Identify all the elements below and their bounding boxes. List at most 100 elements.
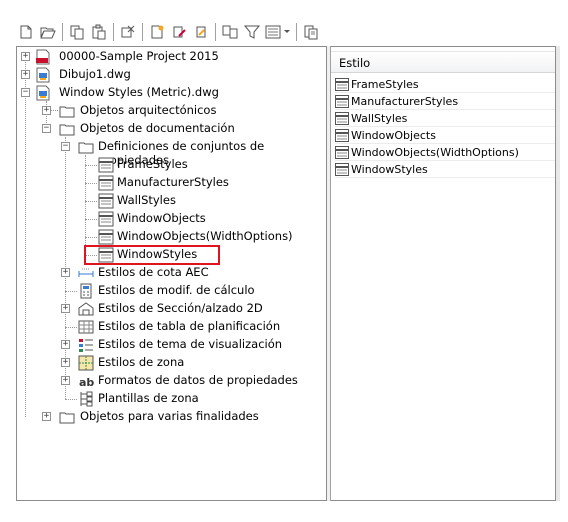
drawing-icon [35, 67, 51, 83]
tree-label[interactable]: 00000-Sample Project 2015 [59, 49, 219, 63]
paste-icon[interactable] [89, 22, 109, 42]
style-tree-pane[interactable]: + 00000-Sample Project 2015 + Dibujo1.dw… [16, 46, 327, 501]
list-item[interactable]: FrameStyles [335, 76, 555, 93]
dimension-icon [78, 265, 94, 281]
expander-plus[interactable]: + [61, 358, 70, 367]
tree-label[interactable]: WallStyles [117, 193, 176, 207]
list-item-label: FrameStyles [351, 77, 419, 91]
tree-label[interactable]: WindowStyles [117, 247, 197, 261]
expander-plus[interactable]: + [61, 376, 70, 385]
property-set-icon [335, 77, 349, 91]
property-set-icon [335, 145, 349, 159]
column-header-label: Estilo [339, 56, 371, 70]
list-item[interactable]: WindowObjects(WidthOptions) [335, 144, 555, 161]
tree-label[interactable]: ManufacturerStyles [117, 175, 229, 189]
section-icon [78, 301, 94, 317]
expander-plus[interactable]: + [42, 412, 51, 421]
new-icon[interactable] [16, 22, 36, 42]
zone-template-icon [78, 391, 94, 407]
toolbar-separator [62, 23, 63, 41]
tree-line [25, 57, 26, 417]
list-item-label: WallStyles [351, 111, 408, 125]
expander-minus[interactable]: − [42, 124, 51, 133]
scrollbar[interactable] [556, 46, 560, 501]
tree-label[interactable]: Estilos de cota AEC [98, 265, 209, 279]
tree-label[interactable]: Dibujo1.dwg [59, 67, 131, 81]
expander-plus[interactable]: + [42, 106, 51, 115]
purge-icon[interactable] [118, 22, 138, 42]
set-from-icon[interactable] [191, 22, 211, 42]
tree-line [85, 219, 97, 220]
folder-icon [78, 139, 94, 155]
folder-icon [59, 409, 75, 425]
calculator-icon [78, 283, 94, 299]
list-item[interactable]: WallStyles [335, 110, 555, 127]
tree-line [65, 327, 77, 328]
data-format-icon: ab [78, 373, 94, 389]
list-item-label: WindowObjects(WidthOptions) [351, 145, 519, 159]
expander-plus[interactable]: + [61, 340, 70, 349]
tree-label[interactable]: Objetos de documentación [80, 121, 235, 135]
property-set-icon [98, 211, 114, 227]
tree-label[interactable]: Estilos de Sección/alzado 2D [98, 301, 263, 315]
tree-label[interactable]: WindowObjects(WidthOptions) [117, 229, 293, 243]
synchronize-icon[interactable] [220, 22, 240, 42]
table-icon [78, 319, 94, 335]
property-set-icon [335, 128, 349, 142]
view-icon[interactable] [264, 22, 292, 42]
toolbar [16, 20, 323, 44]
edit-style-icon[interactable] [169, 22, 189, 42]
expander-plus[interactable]: + [21, 70, 30, 79]
expander-plus[interactable]: + [61, 304, 70, 313]
tree-line [85, 165, 97, 166]
toolbar-separator [215, 23, 216, 41]
tree-label[interactable]: WindowObjects [117, 211, 206, 225]
property-set-icon [335, 111, 349, 125]
tree-label[interactable]: Objetos arquitectónicos [80, 103, 216, 117]
window-icon[interactable] [301, 22, 321, 42]
tree-line [85, 183, 97, 184]
tree-line [65, 399, 77, 400]
expander-plus[interactable]: + [61, 268, 70, 277]
property-set-icon [98, 247, 114, 263]
open-icon[interactable] [38, 22, 58, 42]
property-set-icon [98, 229, 114, 245]
toolbar-separator [142, 23, 143, 41]
column-header-estilo[interactable]: Estilo [331, 51, 555, 73]
property-set-icon [98, 193, 114, 209]
property-set-icon [98, 175, 114, 191]
tree-label[interactable]: Estilos de modif. de cálculo [98, 283, 255, 297]
new-style-icon[interactable] [147, 22, 167, 42]
svg-text:ab: ab [79, 376, 94, 389]
tree-line [65, 291, 77, 292]
toolbar-separator [296, 23, 297, 41]
expander-minus[interactable]: − [21, 88, 30, 97]
list-item-label: ManufacturerStyles [351, 94, 459, 108]
zone-icon [78, 355, 94, 371]
expander-minus[interactable]: − [61, 142, 70, 151]
list-item[interactable]: WindowObjects [335, 127, 555, 144]
tree-label[interactable]: FrameStyles [117, 157, 188, 171]
style-list-pane[interactable]: Estilo FrameStyles ManufacturerStyles Wa… [331, 46, 556, 501]
tree-label[interactable]: Estilos de zona [98, 355, 184, 369]
drawing-icon [35, 85, 51, 101]
list-item[interactable]: ManufacturerStyles [335, 93, 555, 110]
tree-label[interactable]: Objetos para varias finalidades [80, 409, 259, 423]
tree-label[interactable]: Formatos de datos de propiedades [98, 373, 298, 387]
expander-plus[interactable]: + [21, 52, 30, 61]
tree-line [85, 155, 86, 255]
list-item[interactable]: WindowStyles [335, 161, 555, 178]
filter-icon[interactable] [242, 22, 262, 42]
tree-line [85, 237, 97, 238]
tree-label[interactable]: Estilos de tabla de planificación [98, 319, 280, 333]
tree-label[interactable]: Estilos de tema de visualización [98, 337, 282, 351]
tree-label[interactable]: Plantillas de zona [98, 391, 199, 405]
tree-label[interactable]: Window Styles (Metric).dwg [59, 85, 219, 99]
list-item-label: WindowObjects [351, 128, 436, 142]
project-file-icon [35, 49, 51, 65]
property-set-icon [335, 94, 349, 108]
copy-icon[interactable] [67, 22, 87, 42]
display-theme-icon [78, 337, 94, 353]
folder-icon [59, 121, 75, 137]
property-set-icon [98, 157, 114, 173]
